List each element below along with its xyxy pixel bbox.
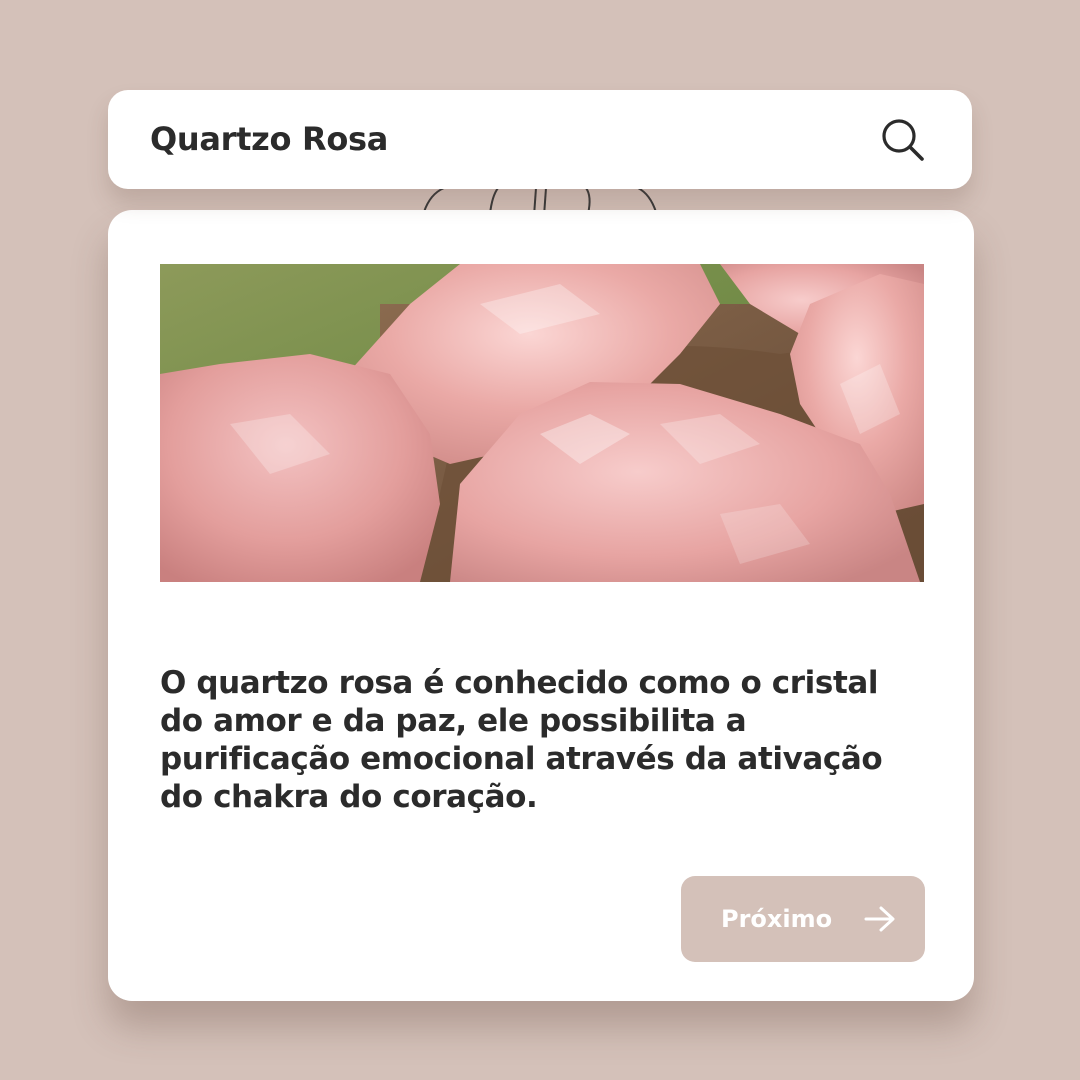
next-button[interactable]: Próximo bbox=[681, 876, 925, 962]
search-bar[interactable]: Quartzo Rosa bbox=[108, 90, 972, 189]
arrow-right-icon bbox=[864, 906, 895, 932]
next-button-label: Próximo bbox=[721, 905, 833, 933]
search-title: Quartzo Rosa bbox=[150, 120, 389, 158]
rose-quartz-photo bbox=[160, 264, 924, 582]
search-icon[interactable] bbox=[878, 115, 928, 165]
crystal-description: O quartzo rosa é conhecido como o crista… bbox=[160, 665, 883, 815]
content-card: O quartzo rosa é conhecido como o crista… bbox=[108, 210, 974, 1001]
